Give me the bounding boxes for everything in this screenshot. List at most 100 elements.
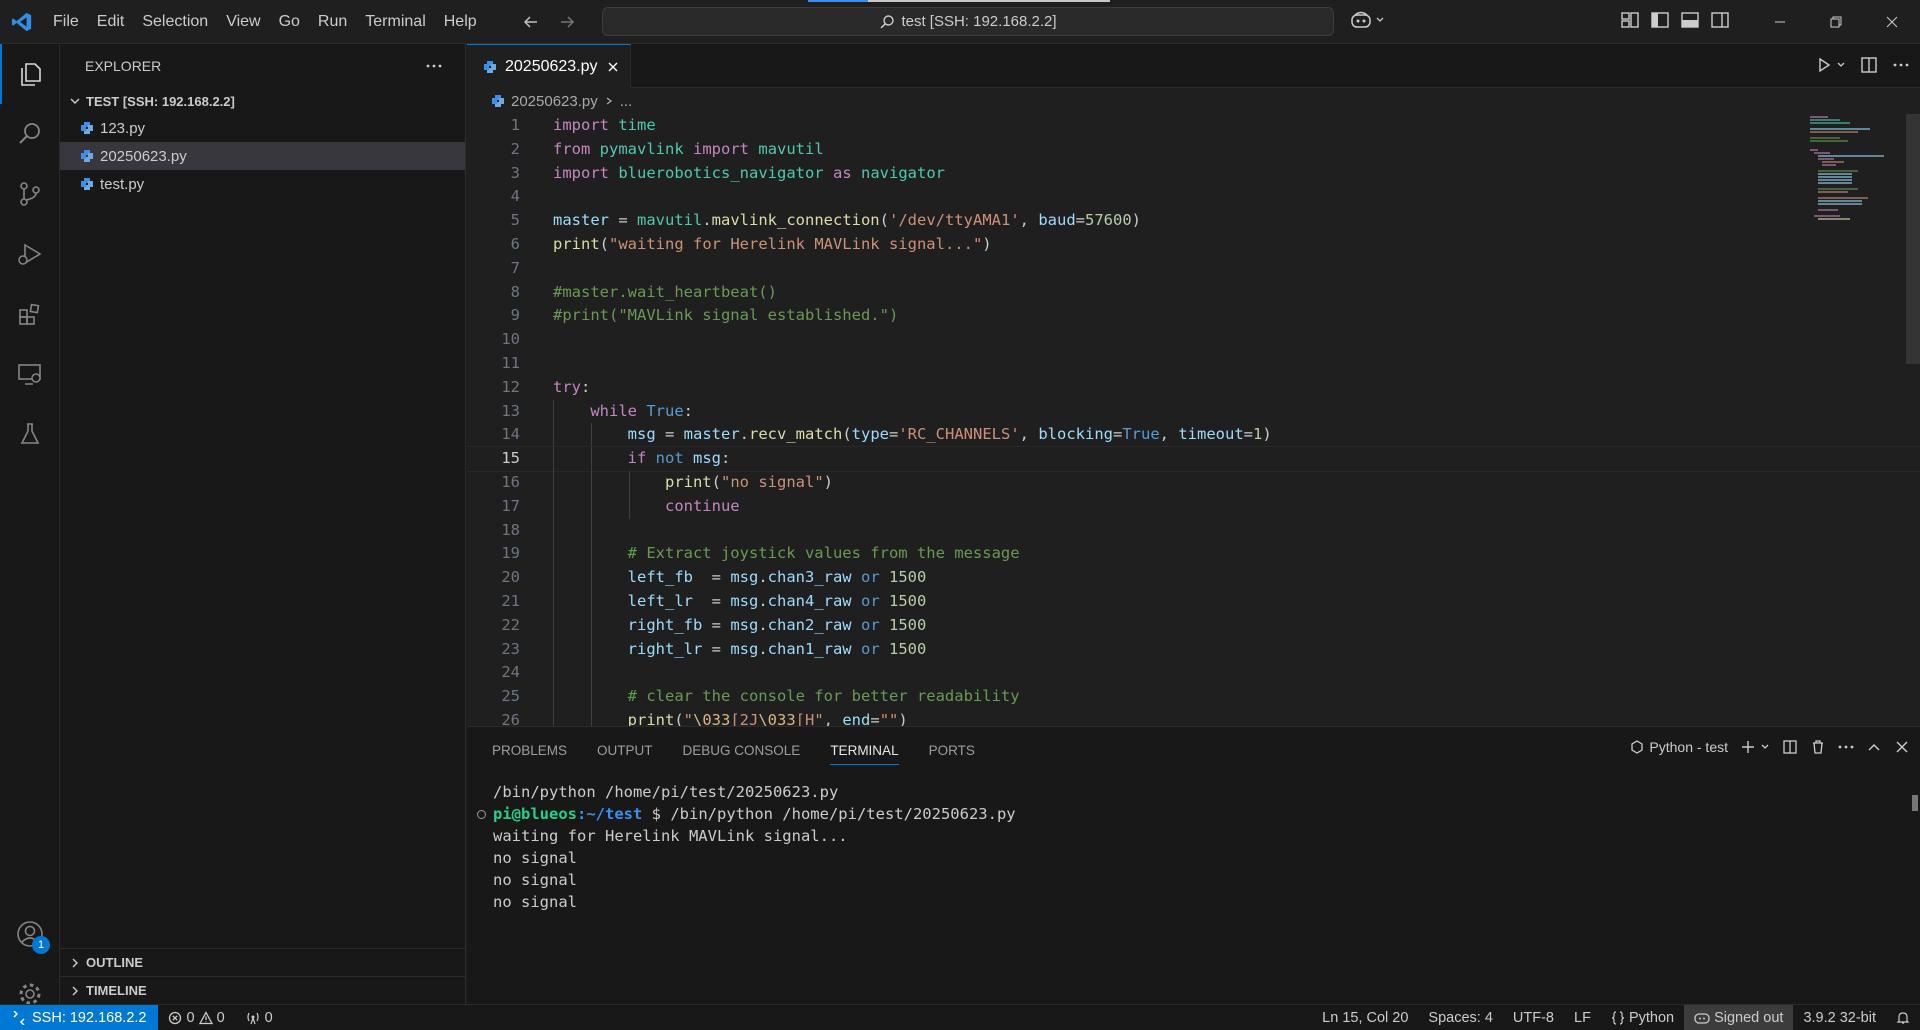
menu-edit[interactable]: Edit — [88, 0, 134, 44]
code-line: 8 #master.wait_heartbeat() — [510, 282, 777, 301]
tab-ports[interactable]: PORTS — [929, 727, 975, 773]
terminal-prompt-line: pi@blueos:~/test $ /bin/python /home/pi/… — [467, 803, 1920, 825]
more-actions-icon[interactable] — [1892, 62, 1910, 68]
menu-run[interactable]: Run — [309, 0, 356, 44]
menu-selection[interactable]: Selection — [133, 0, 217, 44]
new-terminal-icon[interactable] — [1740, 739, 1756, 755]
end-of-line[interactable]: LF — [1564, 1005, 1601, 1030]
activity-bar: 1 — [0, 44, 60, 1005]
more-actions-icon[interactable] — [425, 63, 443, 69]
file-item-label: 123.py — [100, 119, 146, 137]
terminal-line: no signal — [493, 893, 577, 911]
toggle-secondary-sidebar-icon[interactable] — [1710, 10, 1730, 30]
more-actions-icon[interactable] — [1838, 744, 1854, 750]
run-debug-activity[interactable] — [0, 224, 60, 284]
outline-section[interactable]: OUTLINE — [60, 948, 466, 976]
tab-output[interactable]: OUTPUT — [597, 727, 653, 773]
back-arrow-icon[interactable] — [520, 11, 542, 33]
forwarded-ports-status[interactable]: 0 — [235, 1005, 283, 1030]
braces-icon — [1611, 1011, 1624, 1025]
explorer-activity[interactable] — [0, 44, 60, 104]
breadcrumb-symbols[interactable]: ... — [620, 93, 633, 110]
python-file-icon — [81, 122, 93, 134]
accounts-activity[interactable]: 1 — [0, 904, 60, 964]
forward-arrow-icon[interactable] — [556, 11, 578, 33]
chevron-right-icon — [72, 986, 78, 995]
terminal-scrollbar[interactable] — [1912, 795, 1918, 811]
remote-indicator[interactable]: SSH: 192.168.2.2 — [0, 1004, 159, 1030]
encoding[interactable]: UTF-8 — [1503, 1005, 1564, 1030]
remote-explorer-activity[interactable] — [0, 344, 60, 404]
command-decoration-icon[interactable] — [477, 810, 486, 819]
menu-file[interactable]: File — [44, 0, 88, 44]
command-center-search[interactable]: test [SSH: 192.168.2.2] — [602, 7, 1334, 36]
toggle-primary-sidebar-icon[interactable] — [1650, 10, 1670, 30]
split-terminal-icon[interactable] — [1782, 739, 1798, 755]
close-icon[interactable] — [1894, 739, 1910, 755]
menu-terminal[interactable]: Terminal — [356, 0, 434, 44]
code-editor[interactable]: 1 import time 2 from pymavlink import mavu… — [467, 114, 1920, 726]
terminal-shell-selector[interactable]: Python - test — [1630, 739, 1728, 755]
close-icon[interactable] — [606, 60, 620, 74]
outline-label: OUTLINE — [86, 955, 144, 970]
tab-20250623[interactable]: 20250623.py — [467, 44, 631, 88]
python-interpreter[interactable]: 3.9.2 32-bit — [1793, 1005, 1886, 1030]
indentation[interactable]: Spaces: 4 — [1418, 1005, 1503, 1030]
workspace-folder[interactable]: TEST [SSH: 192.168.2.2] — [60, 88, 465, 114]
menu-help[interactable]: Help — [435, 0, 486, 44]
testing-activity[interactable] — [0, 404, 60, 464]
code-line: 19 # Extract joystick values from the me… — [467, 542, 1920, 567]
signed-out-label: Signed out — [1714, 1010, 1784, 1026]
cursor-position[interactable]: Ln 15, Col 20 — [1312, 1005, 1418, 1030]
chevron-down-icon — [70, 98, 80, 104]
timeline-label: TIMELINE — [86, 983, 147, 998]
python-file-icon — [81, 178, 93, 190]
chevron-down-icon[interactable] — [1836, 60, 1846, 70]
tab-debug-console[interactable]: DEBUG CONSOLE — [683, 727, 801, 773]
maximize-panel-icon[interactable] — [1866, 739, 1882, 755]
error-count: 0 — [186, 1009, 195, 1026]
code-line: 22 right_fb = msg.chan2_raw or 1500 — [467, 613, 1920, 638]
file-item-20250623[interactable]: 20250623.py — [60, 142, 465, 170]
remote-explorer-icon — [18, 364, 41, 385]
extensions-icon — [19, 303, 40, 325]
chevron-down-icon[interactable] — [1760, 742, 1770, 752]
tab-terminal[interactable]: TERMINAL — [830, 727, 899, 773]
toggle-panel-icon[interactable] — [1680, 10, 1700, 30]
timeline-section[interactable]: TIMELINE — [60, 976, 466, 1004]
run-file-icon[interactable] — [1816, 57, 1832, 73]
trash-icon[interactable] — [1810, 739, 1826, 755]
restore-button[interactable] — [1808, 0, 1864, 44]
customize-layout-icon[interactable] — [1620, 10, 1640, 30]
code-line: 12 try: — [501, 377, 591, 396]
python-shell-icon — [1631, 740, 1644, 754]
bottom-panel: PROBLEMS OUTPUT DEBUG CONSOLE TERMINAL P… — [467, 726, 1920, 1004]
split-editor-icon[interactable] — [1860, 56, 1878, 74]
chevron-right-icon — [72, 958, 78, 967]
source-control-activity[interactable] — [0, 164, 60, 224]
terminal-line: /bin/python /home/pi/test/20250623.py — [493, 783, 839, 801]
breadcrumb-file[interactable]: 20250623.py — [511, 93, 598, 110]
warning-count: 0 — [216, 1009, 225, 1026]
warning-icon — [198, 1010, 213, 1024]
menu-view[interactable]: View — [217, 0, 269, 44]
search-activity[interactable] — [0, 104, 60, 164]
extensions-activity[interactable] — [0, 284, 60, 344]
editor-scrollbar[interactable] — [1906, 114, 1920, 364]
problems-status[interactable]: 0 0 — [158, 1005, 234, 1030]
minimap[interactable] — [1810, 114, 1900, 234]
tab-problems[interactable]: PROBLEMS — [492, 727, 567, 773]
code-line-current: 15 if not msg: — [467, 446, 1920, 472]
close-window-button[interactable] — [1864, 0, 1920, 44]
notifications-button[interactable] — [1886, 1005, 1920, 1030]
copilot-button[interactable] — [1350, 10, 1385, 30]
file-item-test[interactable]: test.py — [60, 170, 465, 198]
language-mode[interactable]: Python — [1601, 1005, 1684, 1030]
code-line: 18 — [467, 518, 1920, 543]
code-line: 23 right_lr = msg.chan1_raw or 1500 — [467, 637, 1920, 662]
menu-go[interactable]: Go — [270, 0, 309, 44]
file-item-123[interactable]: 123.py — [60, 114, 465, 142]
terminal-output[interactable]: /bin/python /home/pi/test/20250623.py pi… — [467, 781, 1920, 913]
copilot-status[interactable]: Signed out — [1684, 1005, 1794, 1030]
minimize-button[interactable] — [1752, 0, 1808, 44]
